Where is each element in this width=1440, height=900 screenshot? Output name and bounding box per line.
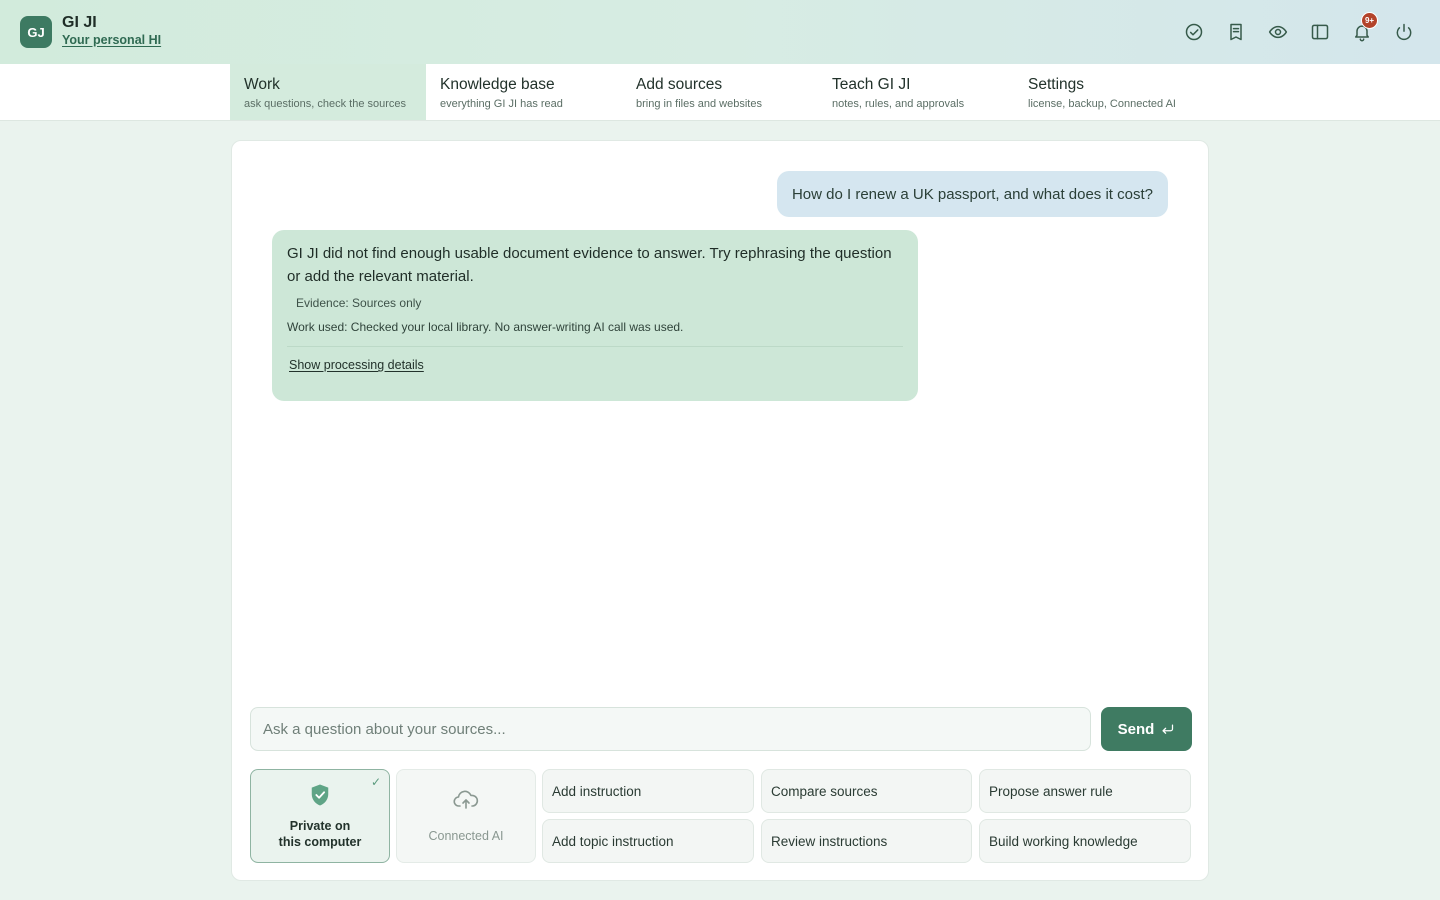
tab-settings[interactable]: Settings license, backup, Connected AI bbox=[1014, 64, 1210, 120]
app-logo: GJ bbox=[20, 16, 52, 48]
tab-teach[interactable]: Teach GI JI notes, rules, and approvals bbox=[818, 64, 1014, 120]
tab-description: notes, rules, and approvals bbox=[832, 98, 965, 110]
tab-description: ask questions, check the sources bbox=[244, 98, 407, 110]
assistant-message-text: GI JI did not find enough usable documen… bbox=[287, 245, 892, 285]
tab-label: Settings bbox=[1028, 76, 1085, 93]
app-title: GI JI bbox=[62, 14, 97, 31]
mode-private-tile[interactable]: ✓ Private on this computer bbox=[250, 769, 390, 863]
work-panel: How do I renew a UK passport, and what d… bbox=[231, 140, 1209, 881]
tab-label: Knowledge base bbox=[440, 76, 555, 93]
mode-private-label: Private on this computer bbox=[279, 818, 362, 850]
mode-connected-ai-tile[interactable]: Connected AI bbox=[396, 769, 536, 863]
mode-private-line1: Private on bbox=[289, 818, 351, 833]
power-icon[interactable] bbox=[1390, 18, 1418, 46]
shield-check-icon bbox=[309, 783, 331, 812]
tab-label: Add sources bbox=[636, 76, 723, 93]
question-input[interactable] bbox=[250, 707, 1091, 751]
evidence-label: Evidence: Sources only bbox=[296, 296, 422, 310]
app-header: GJ GI JI Your personal HI 9+ bbox=[0, 0, 1440, 64]
show-processing-details-link[interactable]: Show processing details bbox=[289, 358, 424, 372]
app-subtitle-link[interactable]: Your personal HI bbox=[62, 33, 161, 47]
work-used-label: Work used: Checked your local library. N… bbox=[287, 320, 684, 334]
mode-connected-label: Connected AI bbox=[428, 828, 504, 843]
assistant-message: GI JI did not find enough usable documen… bbox=[272, 230, 918, 401]
build-working-knowledge-button[interactable]: Build working knowledge bbox=[979, 819, 1191, 863]
message-divider bbox=[287, 346, 903, 347]
eye-icon[interactable] bbox=[1264, 18, 1292, 46]
header-toolbar: 9+ bbox=[1180, 12, 1418, 46]
selected-check-icon: ✓ bbox=[370, 775, 381, 789]
tab-description: license, backup, Connected AI bbox=[1028, 98, 1176, 110]
check-circle-icon[interactable] bbox=[1180, 18, 1208, 46]
tab-description: bring in files and websites bbox=[636, 98, 762, 110]
cloud-upload-icon bbox=[453, 789, 479, 816]
send-button[interactable]: Send bbox=[1101, 707, 1192, 751]
tab-description: everything GI JI has read bbox=[440, 98, 563, 110]
review-instructions-button[interactable]: Review instructions bbox=[761, 819, 972, 863]
main-tabs: Work ask questions, check the sources Kn… bbox=[0, 64, 1440, 121]
notification-badge: 9+ bbox=[1361, 12, 1378, 29]
mode-private-line2: this computer bbox=[278, 834, 362, 849]
compare-sources-button[interactable]: Compare sources bbox=[761, 769, 972, 813]
notebook-icon[interactable] bbox=[1222, 18, 1250, 46]
add-topic-instruction-button[interactable]: Add topic instruction bbox=[542, 819, 754, 863]
enter-icon bbox=[1162, 724, 1174, 734]
tab-label: Teach GI JI bbox=[832, 76, 911, 93]
send-button-label: Send bbox=[1117, 720, 1155, 738]
tab-label: Work bbox=[244, 76, 280, 93]
user-message: How do I renew a UK passport, and what d… bbox=[776, 171, 1168, 217]
tab-work[interactable]: Work ask questions, check the sources bbox=[230, 64, 426, 120]
propose-answer-rule-button[interactable]: Propose answer rule bbox=[979, 769, 1191, 813]
tab-add-sources[interactable]: Add sources bring in files and websites bbox=[622, 64, 818, 120]
tab-knowledge-base[interactable]: Knowledge base everything GI JI has read bbox=[426, 64, 622, 120]
bell-icon[interactable]: 9+ bbox=[1348, 12, 1378, 46]
add-instruction-button[interactable]: Add instruction bbox=[542, 769, 754, 813]
sidebar-icon[interactable] bbox=[1306, 18, 1334, 46]
